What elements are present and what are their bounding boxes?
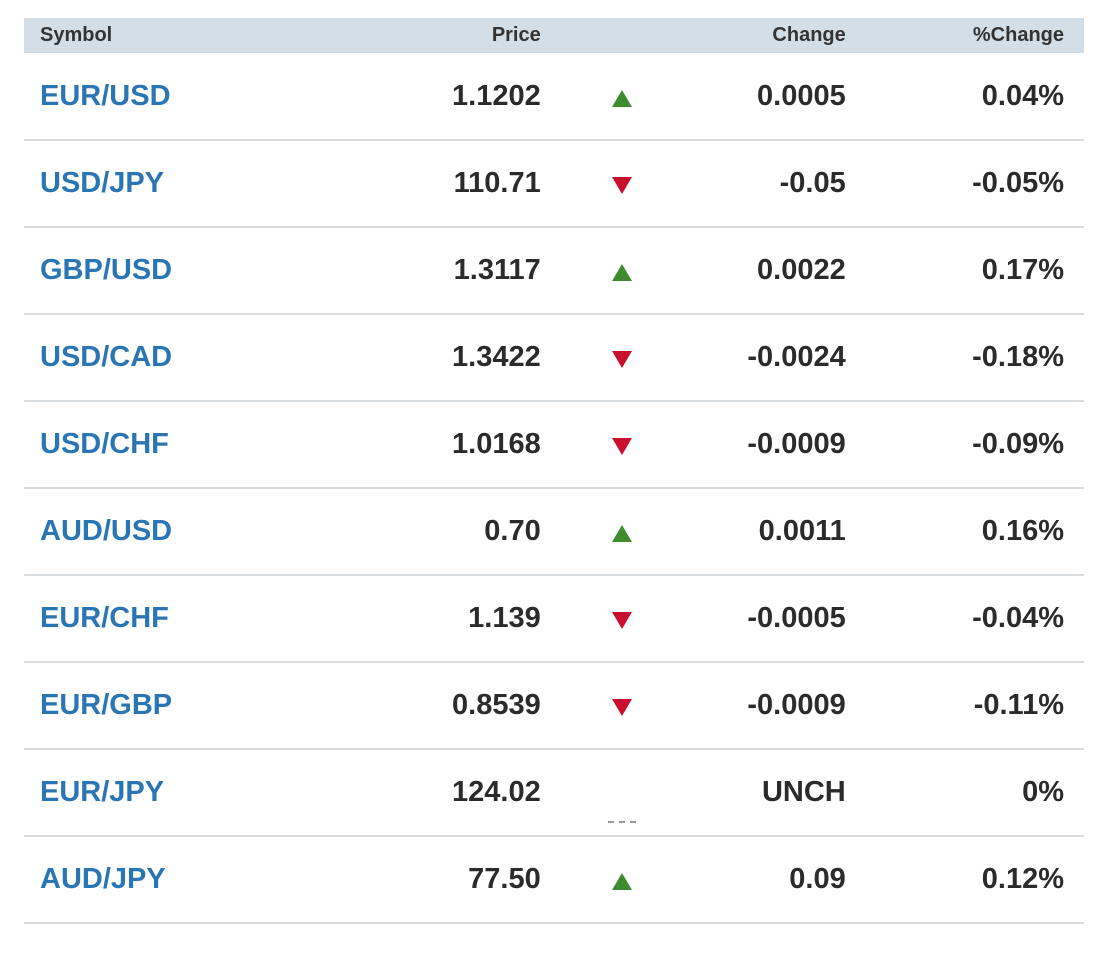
symbol-link[interactable]: EUR/JPY	[40, 776, 164, 808]
direction-cell	[541, 662, 703, 749]
down-arrow-icon	[611, 699, 632, 716]
symbol-cell: USD/JPY	[24, 140, 255, 227]
table-row: EUR/GBP 0.8539 -0.0009 -0.11%	[24, 662, 1084, 749]
down-arrow-icon	[611, 177, 632, 194]
symbol-link[interactable]: AUD/USD	[40, 515, 172, 547]
up-arrow-icon	[611, 89, 632, 107]
change-cell: -0.0024	[747, 341, 846, 373]
table-body: EUR/USD 1.1202 0.0005 0.04% USD/JPY 110.…	[24, 53, 1084, 923]
table-row: USD/CHF 1.0168 -0.0009 -0.09%	[24, 401, 1084, 488]
change-cell: 0.0005	[757, 79, 846, 112]
currency-quote-table: Symbol Price Change %Change EUR/USD 1.12…	[24, 18, 1084, 924]
symbol-cell: USD/CAD	[24, 314, 255, 401]
table-row: USD/JPY 110.71 -0.05 -0.05%	[24, 140, 1084, 227]
table-row: EUR/USD 1.1202 0.0005 0.04%	[24, 53, 1084, 140]
pct-change-cell: -0.11%	[973, 689, 1064, 721]
change-cell: 0.0022	[757, 254, 846, 286]
direction-cell	[541, 488, 703, 575]
symbol-link[interactable]: EUR/CHF	[40, 602, 169, 634]
down-arrow-icon	[611, 351, 632, 368]
pct-change-cell: 0.04%	[981, 79, 1064, 112]
price-cell: 1.1202	[452, 79, 541, 112]
direction-cell	[541, 227, 703, 314]
header-change[interactable]: Change	[703, 18, 845, 53]
symbol-link[interactable]: AUD/JPY	[40, 863, 166, 895]
symbol-link[interactable]: EUR/GBP	[40, 689, 172, 721]
symbol-link[interactable]: USD/JPY	[40, 167, 164, 199]
pct-change-cell: 0.17%	[981, 254, 1064, 286]
change-cell: 0.09	[789, 863, 846, 895]
header-price[interactable]: Price	[255, 18, 541, 53]
pct-change-cell: -0.18%	[972, 341, 1064, 373]
pct-change-cell: -0.04%	[972, 602, 1064, 634]
change-cell: 0.0011	[758, 515, 846, 547]
symbol-link[interactable]: GBP/USD	[40, 254, 172, 286]
symbol-link[interactable]: USD/CHF	[40, 428, 169, 460]
pct-change-cell: 0.16%	[981, 515, 1064, 547]
table-row: EUR/JPY 124.02 UNCH 0%	[24, 749, 1084, 836]
header-row: Symbol Price Change %Change	[24, 18, 1084, 53]
direction-cell	[541, 836, 703, 923]
direction-cell	[541, 314, 703, 401]
header-direction	[541, 18, 703, 53]
price-cell: 0.70	[484, 515, 541, 547]
header-pct-change[interactable]: %Change	[846, 18, 1084, 53]
symbol-cell: AUD/JPY	[24, 836, 255, 923]
table-row: EUR/CHF 1.139 -0.0005 -0.04%	[24, 575, 1084, 662]
symbol-cell: EUR/CHF	[24, 575, 255, 662]
pct-change-cell: 0.12%	[981, 863, 1064, 895]
price-cell: 0.8539	[452, 689, 541, 721]
header-symbol[interactable]: Symbol	[24, 18, 255, 53]
up-arrow-icon	[611, 525, 632, 542]
symbol-cell: EUR/GBP	[24, 662, 255, 749]
direction-cell	[541, 140, 703, 227]
symbol-link[interactable]: USD/CAD	[40, 341, 172, 373]
down-arrow-icon	[611, 612, 632, 629]
direction-cell	[541, 749, 703, 836]
down-arrow-icon	[611, 438, 632, 455]
change-cell: -0.0005	[747, 602, 846, 634]
price-cell: 124.02	[452, 776, 541, 808]
symbol-cell: GBP/USD	[24, 227, 255, 314]
table-row: GBP/USD 1.3117 0.0022 0.17%	[24, 227, 1084, 314]
direction-cell	[541, 401, 703, 488]
change-cell: -0.05	[779, 167, 846, 199]
direction-cell	[541, 53, 703, 140]
change-cell: -0.0009	[747, 428, 846, 460]
table-row: AUD/JPY 77.50 0.09 0.12%	[24, 836, 1084, 923]
direction-cell	[541, 575, 703, 662]
unchanged-dash-icon	[607, 821, 636, 823]
symbol-cell: EUR/JPY	[24, 749, 255, 836]
table-header: Symbol Price Change %Change	[24, 18, 1084, 53]
pct-change-cell: 0%	[1022, 776, 1064, 808]
price-cell: 77.50	[468, 863, 541, 895]
table-row: USD/CAD 1.3422 -0.0024 -0.18%	[24, 314, 1084, 401]
price-cell: 1.3422	[452, 341, 541, 373]
price-cell: 1.0168	[452, 428, 541, 460]
price-cell: 1.139	[468, 602, 541, 634]
price-cell: 1.3117	[453, 254, 541, 286]
symbol-cell: EUR/USD	[24, 53, 255, 140]
up-arrow-icon	[611, 873, 632, 890]
change-cell: UNCH	[761, 776, 846, 808]
symbol-cell: AUD/USD	[24, 488, 255, 575]
price-cell: 110.71	[453, 167, 541, 199]
change-cell: -0.0009	[747, 689, 846, 721]
symbol-link[interactable]: EUR/USD	[40, 80, 171, 112]
up-arrow-icon	[611, 264, 632, 281]
pct-change-cell: -0.05%	[972, 167, 1064, 199]
table-row: AUD/USD 0.70 0.0011 0.16%	[24, 488, 1084, 575]
symbol-cell: USD/CHF	[24, 401, 255, 488]
pct-change-cell: -0.09%	[972, 428, 1064, 460]
